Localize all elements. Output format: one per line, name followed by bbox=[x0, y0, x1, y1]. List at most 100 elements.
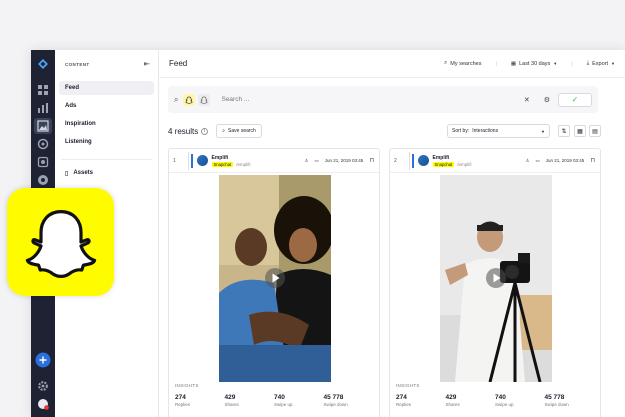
settings-gear-icon[interactable] bbox=[37, 380, 49, 392]
stat-swipe-up: 740 Swipe up bbox=[495, 394, 545, 407]
play-icon[interactable] bbox=[485, 267, 507, 289]
results-count: 4 results bbox=[168, 126, 199, 136]
stat-value: 429 bbox=[445, 394, 457, 401]
date-range-label: Last 30 days bbox=[519, 60, 551, 67]
sidebar-item-label: Listening bbox=[65, 139, 92, 145]
list-view-button[interactable]: ▤ bbox=[589, 125, 601, 137]
bookmark-icon[interactable]: ⊓ bbox=[369, 157, 374, 164]
chevron-down-icon: ▼ bbox=[553, 61, 558, 66]
post-card[interactable]: 1 Emplifi Snapchat /emplifi ♙ ▭ Jun 21, … bbox=[168, 148, 380, 417]
stat-shares: 429 Shares bbox=[446, 394, 496, 407]
post-media[interactable] bbox=[169, 175, 379, 382]
stat-label: Shares bbox=[445, 402, 460, 407]
calendar-icon: ▦ bbox=[510, 60, 517, 67]
export-dropdown[interactable]: ⤓ Export ▼ bbox=[587, 60, 615, 67]
content-icon[interactable] bbox=[34, 118, 52, 134]
snapchat-ghost-chip[interactable] bbox=[198, 93, 211, 106]
logo-icon[interactable] bbox=[37, 58, 49, 70]
sort-value-label: Interactions bbox=[472, 128, 499, 134]
stat-shares: 429 Shares bbox=[225, 394, 275, 407]
grid-view-button[interactable]: ▦ bbox=[574, 125, 586, 137]
stat-value: 274 bbox=[396, 394, 407, 401]
chevron-down-icon: ▼ bbox=[611, 61, 615, 66]
stat-value: 740 bbox=[495, 394, 506, 401]
stat-value: 45 778 bbox=[544, 394, 565, 401]
stat-value: 45 778 bbox=[323, 394, 344, 401]
search-input[interactable] bbox=[221, 96, 524, 103]
community-icon[interactable] bbox=[37, 174, 49, 186]
collapse-sidebar-icon[interactable]: ⇤ bbox=[144, 60, 150, 68]
post-index: 1 bbox=[173, 151, 189, 170]
page-title: Feed bbox=[169, 59, 188, 68]
chevron-down-icon: ▼ bbox=[541, 128, 545, 134]
post-card-header: 2 Emplifi Snapchat /emplifi ♙ ▭ Jun 21, … bbox=[390, 149, 600, 173]
author-handle: /emplifi bbox=[236, 161, 251, 167]
sidebar-item-assets[interactable]: ▯ Assets bbox=[59, 166, 154, 180]
play-icon[interactable] bbox=[264, 267, 286, 289]
sidebar-item-label: Assets bbox=[73, 170, 93, 176]
publish-icon[interactable] bbox=[37, 156, 49, 168]
stat-swipe-up: 740 Swipe up bbox=[274, 394, 324, 407]
engage-icon[interactable] bbox=[37, 138, 49, 150]
clear-icon[interactable]: ✕ bbox=[524, 96, 530, 104]
sort-by-dropdown[interactable]: Sort by: Interactions ▼ bbox=[447, 124, 550, 138]
insights-stats: 274 Replies 429 Shares 740 Swipe up 45 7… bbox=[396, 394, 594, 407]
snapchat-ghost-icon bbox=[25, 210, 96, 278]
list-icon: ▤ bbox=[592, 128, 598, 135]
user-avatar-icon[interactable] bbox=[37, 398, 49, 410]
snapchat-logo bbox=[7, 188, 114, 296]
save-search-label: Save search bbox=[228, 128, 256, 134]
stat-label: Shares bbox=[224, 402, 239, 407]
top-bar: Feed ⌕ My searches | ▦ Last 30 days ▼ | … bbox=[159, 50, 625, 78]
export-label: Export bbox=[592, 60, 609, 67]
accent-bar bbox=[412, 153, 414, 168]
toolbar-divider: | bbox=[495, 60, 497, 67]
main-content: Feed ⌕ My searches | ▦ Last 30 days ▼ | … bbox=[159, 50, 625, 417]
sidebar-item-feed[interactable]: Feed bbox=[59, 81, 154, 95]
author-avatar bbox=[196, 155, 208, 166]
analytics-icon[interactable] bbox=[37, 102, 49, 114]
snapchat-ghost-icon bbox=[200, 96, 209, 104]
search-icon: ⌕ bbox=[174, 94, 179, 104]
snapchat-filter-chip[interactable] bbox=[183, 93, 196, 106]
checkmark-icon: ✓ bbox=[571, 95, 579, 104]
stat-swipe-down: 45 778 Swipe down bbox=[545, 394, 595, 407]
bookmark-icon: ⌕ bbox=[222, 128, 226, 134]
stat-label: Swipe down bbox=[544, 402, 569, 407]
app-window: CONTENT ⇤ Feed Ads Inspiration Listening… bbox=[31, 50, 625, 417]
image-icon: ▭ bbox=[535, 157, 540, 163]
download-icon: ⤓ bbox=[586, 60, 590, 66]
date-range-dropdown[interactable]: ▦ Last 30 days ▼ bbox=[511, 61, 557, 67]
sidebar-item-label: Ads bbox=[65, 103, 77, 109]
save-search-button[interactable]: ⌕ Save search bbox=[216, 124, 262, 138]
apply-search-button[interactable]: ✓ bbox=[558, 92, 592, 107]
stat-replies: 274 Replies bbox=[396, 394, 446, 407]
post-card[interactable]: 2 Emplifi Snapchat /emplifi ♙ ▭ Jun 21, … bbox=[389, 148, 601, 417]
stat-label: Replies bbox=[396, 402, 412, 407]
stat-replies: 274 Replies bbox=[175, 394, 225, 407]
stat-label: Replies bbox=[175, 402, 191, 407]
post-media[interactable] bbox=[390, 175, 600, 382]
filter-settings-icon[interactable]: ⚙ bbox=[544, 96, 550, 104]
author-avatar bbox=[417, 155, 429, 166]
stat-label: Swipe up bbox=[495, 402, 514, 407]
author-name: Emplifi bbox=[211, 154, 229, 161]
dashboard-icon[interactable] bbox=[37, 84, 49, 96]
post-card-header: 1 Emplifi Snapchat /emplifi ♙ ▭ Jun 21, … bbox=[169, 149, 379, 173]
sidebar-item-inspiration[interactable]: Inspiration bbox=[59, 117, 154, 131]
stat-value: 274 bbox=[175, 394, 186, 401]
insights-label: INSIGHTS bbox=[396, 383, 420, 388]
sidebar-item-listening[interactable]: Listening bbox=[59, 135, 154, 149]
stat-value: 740 bbox=[274, 394, 285, 401]
folder-icon: ▯ bbox=[65, 170, 69, 177]
my-searches-button[interactable]: ⌕ My searches bbox=[444, 60, 481, 67]
stat-swipe-down: 45 778 Swipe down bbox=[324, 394, 374, 407]
grid-icon: ▦ bbox=[577, 128, 583, 135]
sidebar-item-ads[interactable]: Ads bbox=[59, 99, 154, 113]
bookmark-icon[interactable]: ⊓ bbox=[590, 157, 595, 164]
add-icon[interactable] bbox=[35, 352, 51, 368]
sort-direction-button[interactable]: ⇅ bbox=[558, 125, 570, 137]
info-icon[interactable]: i bbox=[201, 127, 209, 135]
sidebar-item-label: Feed bbox=[65, 85, 80, 91]
sidebar-section-title: CONTENT bbox=[65, 61, 90, 67]
